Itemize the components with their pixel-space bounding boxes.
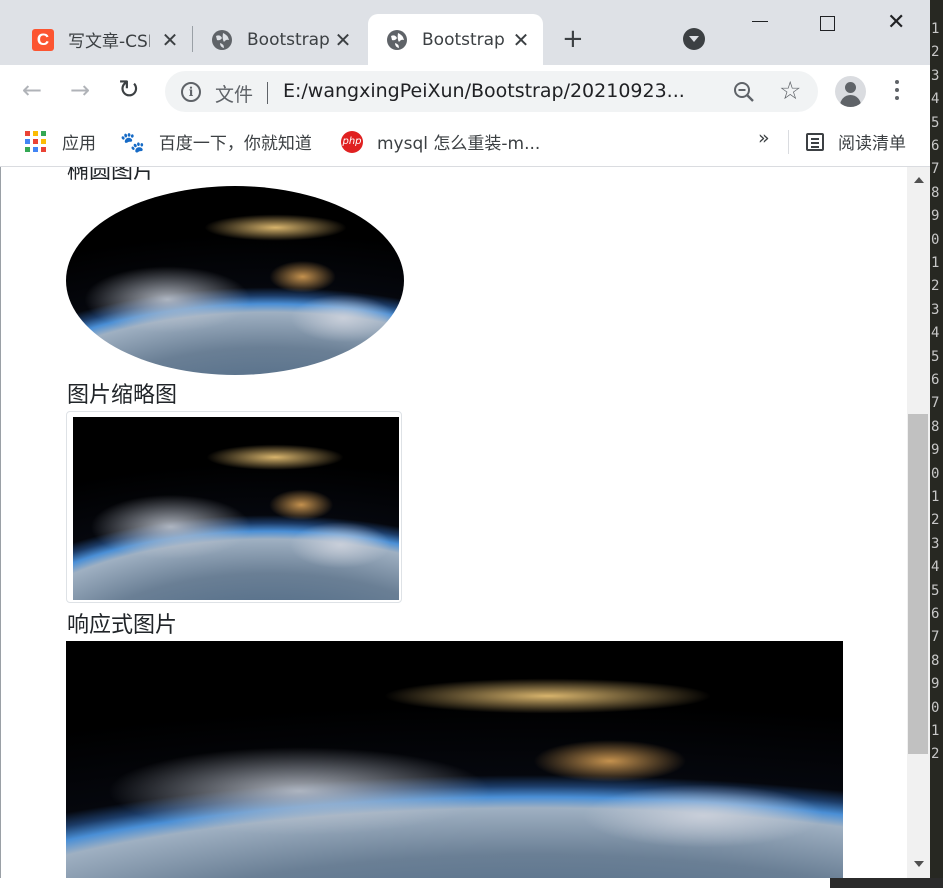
tab-search-icon[interactable]	[683, 28, 705, 50]
address-bar[interactable]: i 文件 E:/wangxingPeiXun/Bootstrap/2021092…	[165, 71, 818, 112]
bookmark-mysql[interactable]: php mysql 怎么重装-m...	[341, 129, 540, 154]
thumbnail-earth-image	[73, 417, 399, 600]
minimize-button[interactable]	[752, 21, 768, 22]
scroll-up-arrow-icon[interactable]	[914, 177, 924, 183]
baidu-paw-icon: 🐾	[120, 129, 145, 154]
editor-line-number: 5	[931, 348, 940, 365]
tab-title: Bootstrap	[422, 29, 504, 50]
maximize-button[interactable]	[820, 16, 835, 31]
bookmarks-divider	[788, 130, 789, 154]
bookmarks-overflow-chevron-icon[interactable]: »	[758, 127, 770, 149]
editor-line-number: 2	[931, 278, 940, 295]
editor-line-number: 2	[931, 746, 940, 763]
ellipse-earth-image	[66, 186, 404, 375]
apps-grid-icon	[25, 131, 46, 152]
bookmark-star-icon[interactable]: ☆	[779, 76, 801, 105]
editor-line-number: 8	[931, 418, 940, 435]
editor-line-number: 4	[931, 91, 940, 108]
ellipse-image-heading: 椭圆图片	[67, 167, 156, 184]
editor-line-number: 4	[931, 325, 940, 342]
thumbnail-frame	[66, 411, 402, 603]
zoom-out-icon[interactable]	[733, 81, 755, 103]
bookmark-label: 应用	[62, 134, 96, 154]
editor-line-number: 7	[931, 161, 940, 178]
more-menu-icon[interactable]	[895, 80, 901, 104]
editor-line-number: 6	[931, 606, 940, 622]
tab-title: Bootstrap	[247, 29, 329, 50]
new-tab-button[interactable]: +	[562, 26, 584, 52]
url-text[interactable]: E:/wangxingPeiXun/Bootstrap/20210923...	[283, 80, 685, 102]
close-icon[interactable]: ✕	[160, 28, 180, 52]
bookmark-label: mysql 怎么重装-m...	[377, 134, 541, 154]
tab-bootstrap-2[interactable]: Bootstrap ✕	[368, 14, 543, 65]
reading-list-button[interactable]: 阅读清单	[806, 129, 906, 154]
editor-line-number: 2	[931, 44, 940, 61]
close-icon[interactable]: ✕	[511, 28, 531, 52]
editor-line-number: 7	[931, 629, 940, 646]
bookmark-label: 百度一下，你就知道	[158, 134, 312, 154]
editor-line-number: 6	[931, 138, 940, 154]
vertical-scrollbar[interactable]	[907, 167, 930, 878]
tab-csdn[interactable]: C 写文章-CSDN博客 ✕	[14, 14, 192, 65]
editor-line-number: 3	[931, 67, 940, 84]
editor-line-number: 0	[931, 699, 940, 716]
reading-list-label: 阅读清单	[838, 134, 906, 154]
forward-arrow-icon[interactable]: →	[70, 77, 90, 103]
php-icon: php	[341, 130, 363, 153]
info-icon[interactable]: i	[181, 82, 201, 102]
back-arrow-icon[interactable]: ←	[22, 77, 42, 103]
responsive-earth-image	[66, 641, 843, 878]
editor-line-number: 6	[931, 372, 940, 388]
editor-line-number: 8	[931, 184, 940, 201]
editor-line-number: 1	[931, 21, 940, 37]
editor-line-number: 3	[931, 301, 940, 318]
tab-strip: C 写文章-CSDN博客 ✕ Bootstrap ✕ Bootstrap ✕ +…	[0, 0, 930, 65]
editor-line-number: 1	[931, 255, 940, 271]
editor-line-number: 9	[931, 676, 940, 693]
editor-line-number: 5	[931, 114, 940, 131]
editor-line-number: 7	[931, 395, 940, 412]
editor-line-number: 1	[931, 489, 940, 505]
file-scheme-label: 文件	[215, 84, 254, 106]
bookmark-apps[interactable]: 应用	[25, 129, 96, 154]
bookmark-baidu[interactable]: 🐾 百度一下，你就知道	[120, 129, 312, 155]
omnibox-divider	[267, 82, 268, 104]
editor-line-number: 0	[931, 231, 940, 248]
background-editor-corner	[830, 878, 943, 888]
editor-line-number: 1	[931, 723, 940, 739]
reload-icon[interactable]: ↻	[118, 77, 140, 103]
editor-line-number: 8	[931, 652, 940, 669]
globe-icon	[211, 29, 233, 51]
bookmarks-bar: 应用 🐾 百度一下，你就知道 php mysql 怎么重装-m... » 阅读清…	[0, 117, 930, 167]
profile-avatar[interactable]	[835, 76, 866, 107]
background-editor-strip: 1 2 3 4 5 6 7 8 9 0 1 2 3 4 5 6 7 8 9 0 1 2 3 4 5 6 7 8 9 0 1 2	[930, 0, 943, 888]
editor-line-number: 9	[931, 442, 940, 459]
browser-window: C 写文章-CSDN博客 ✕ Bootstrap ✕ Bootstrap ✕ +…	[0, 0, 930, 878]
editor-line-number: 4	[931, 559, 940, 576]
csdn-icon: C	[32, 28, 54, 51]
browser-toolbar: ← → ↻ i 文件 E:/wangxingPeiXun/Bootstrap/2…	[0, 65, 930, 117]
globe-icon	[386, 29, 408, 51]
tab-title: 写文章-CSDN博客	[68, 32, 150, 52]
reading-list-icon	[806, 132, 824, 151]
editor-line-number: 2	[931, 512, 940, 529]
thumbnail-image-heading: 图片缩略图	[67, 383, 178, 408]
tab-bootstrap-1[interactable]: Bootstrap ✕	[193, 14, 365, 65]
scrollbar-thumb[interactable]	[908, 414, 928, 754]
page-viewport: 椭圆图片 图片缩略图 响应式图片	[1, 167, 907, 878]
close-window-button[interactable]: ✕	[887, 10, 905, 35]
scroll-down-arrow-icon[interactable]	[914, 861, 924, 867]
editor-line-number: 0	[931, 465, 940, 482]
responsive-image-heading: 响应式图片	[67, 613, 178, 638]
editor-line-number: 3	[931, 535, 940, 552]
close-icon[interactable]: ✕	[333, 28, 353, 52]
editor-line-number: 9	[931, 208, 940, 225]
editor-line-number: 5	[931, 582, 940, 599]
